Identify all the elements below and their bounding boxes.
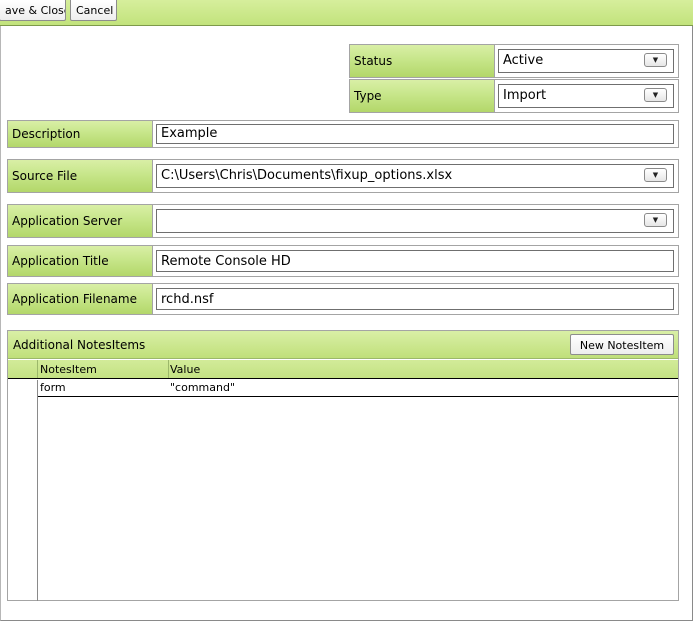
- application-server-select[interactable]: ▼: [156, 209, 674, 233]
- cancel-button[interactable]: Cancel: [70, 0, 117, 21]
- application-server-label: Application Server: [8, 205, 153, 237]
- source-file-label: Source File: [8, 160, 153, 192]
- dropdown-arrow-icon[interactable]: ▼: [644, 213, 667, 227]
- application-filename-row: Application Filename rchd.nsf: [7, 283, 679, 315]
- dropdown-arrow-icon[interactable]: ▼: [644, 53, 667, 67]
- column-separator[interactable]: [168, 360, 169, 378]
- type-value: Import: [503, 88, 547, 103]
- column-header-notesitem[interactable]: NotesItem: [40, 360, 97, 379]
- new-notes-item-button[interactable]: New NotesItem: [570, 334, 674, 355]
- type-label: Type: [350, 80, 495, 112]
- application-title-row: Application Title Remote Console HD: [7, 245, 679, 277]
- dropdown-arrow-icon[interactable]: ▼: [644, 168, 667, 182]
- description-label: Description: [8, 121, 153, 147]
- application-server-row: Application Server ▼: [7, 204, 679, 238]
- status-value: Active: [503, 53, 544, 68]
- notes-items-body: form "command": [8, 380, 678, 601]
- application-filename-label: Application Filename: [8, 284, 153, 314]
- column-header-value[interactable]: Value: [170, 360, 200, 379]
- toolbar: ave & Close Cancel: [0, 0, 693, 26]
- type-select[interactable]: Import ▼: [498, 84, 674, 108]
- source-file-select[interactable]: C:\Users\Chris\Documents\fixup_options.x…: [156, 164, 674, 188]
- description-row: Description Example: [7, 120, 679, 148]
- notes-items-column-header: NotesItem Value: [8, 360, 678, 379]
- notes-items-panel: Additional NotesItems New NotesItem Note…: [7, 330, 679, 601]
- status-row: Status Active ▼: [349, 44, 679, 78]
- notes-item-cell[interactable]: form: [40, 380, 66, 396]
- notes-value-cell[interactable]: "command": [170, 380, 235, 396]
- status-label: Status: [350, 45, 495, 77]
- table-row[interactable]: form "command": [38, 380, 678, 397]
- row-selector-header: [8, 360, 38, 378]
- notes-items-header: Additional NotesItems New NotesItem: [8, 331, 678, 359]
- source-file-row: Source File C:\Users\Chris\Documents\fix…: [7, 159, 679, 193]
- application-filename-input[interactable]: rchd.nsf: [156, 288, 674, 310]
- source-file-value: C:\Users\Chris\Documents\fixup_options.x…: [161, 168, 453, 183]
- description-input[interactable]: Example: [156, 124, 674, 144]
- row-selector-gutter[interactable]: [8, 380, 38, 601]
- dropdown-arrow-icon[interactable]: ▼: [644, 88, 667, 102]
- status-select[interactable]: Active ▼: [498, 49, 674, 73]
- save-and-close-button[interactable]: ave & Close: [0, 0, 66, 21]
- application-title-input[interactable]: Remote Console HD: [156, 250, 674, 272]
- notes-items-title: Additional NotesItems: [13, 338, 146, 352]
- application-title-label: Application Title: [8, 246, 153, 276]
- type-row: Type Import ▼: [349, 79, 679, 113]
